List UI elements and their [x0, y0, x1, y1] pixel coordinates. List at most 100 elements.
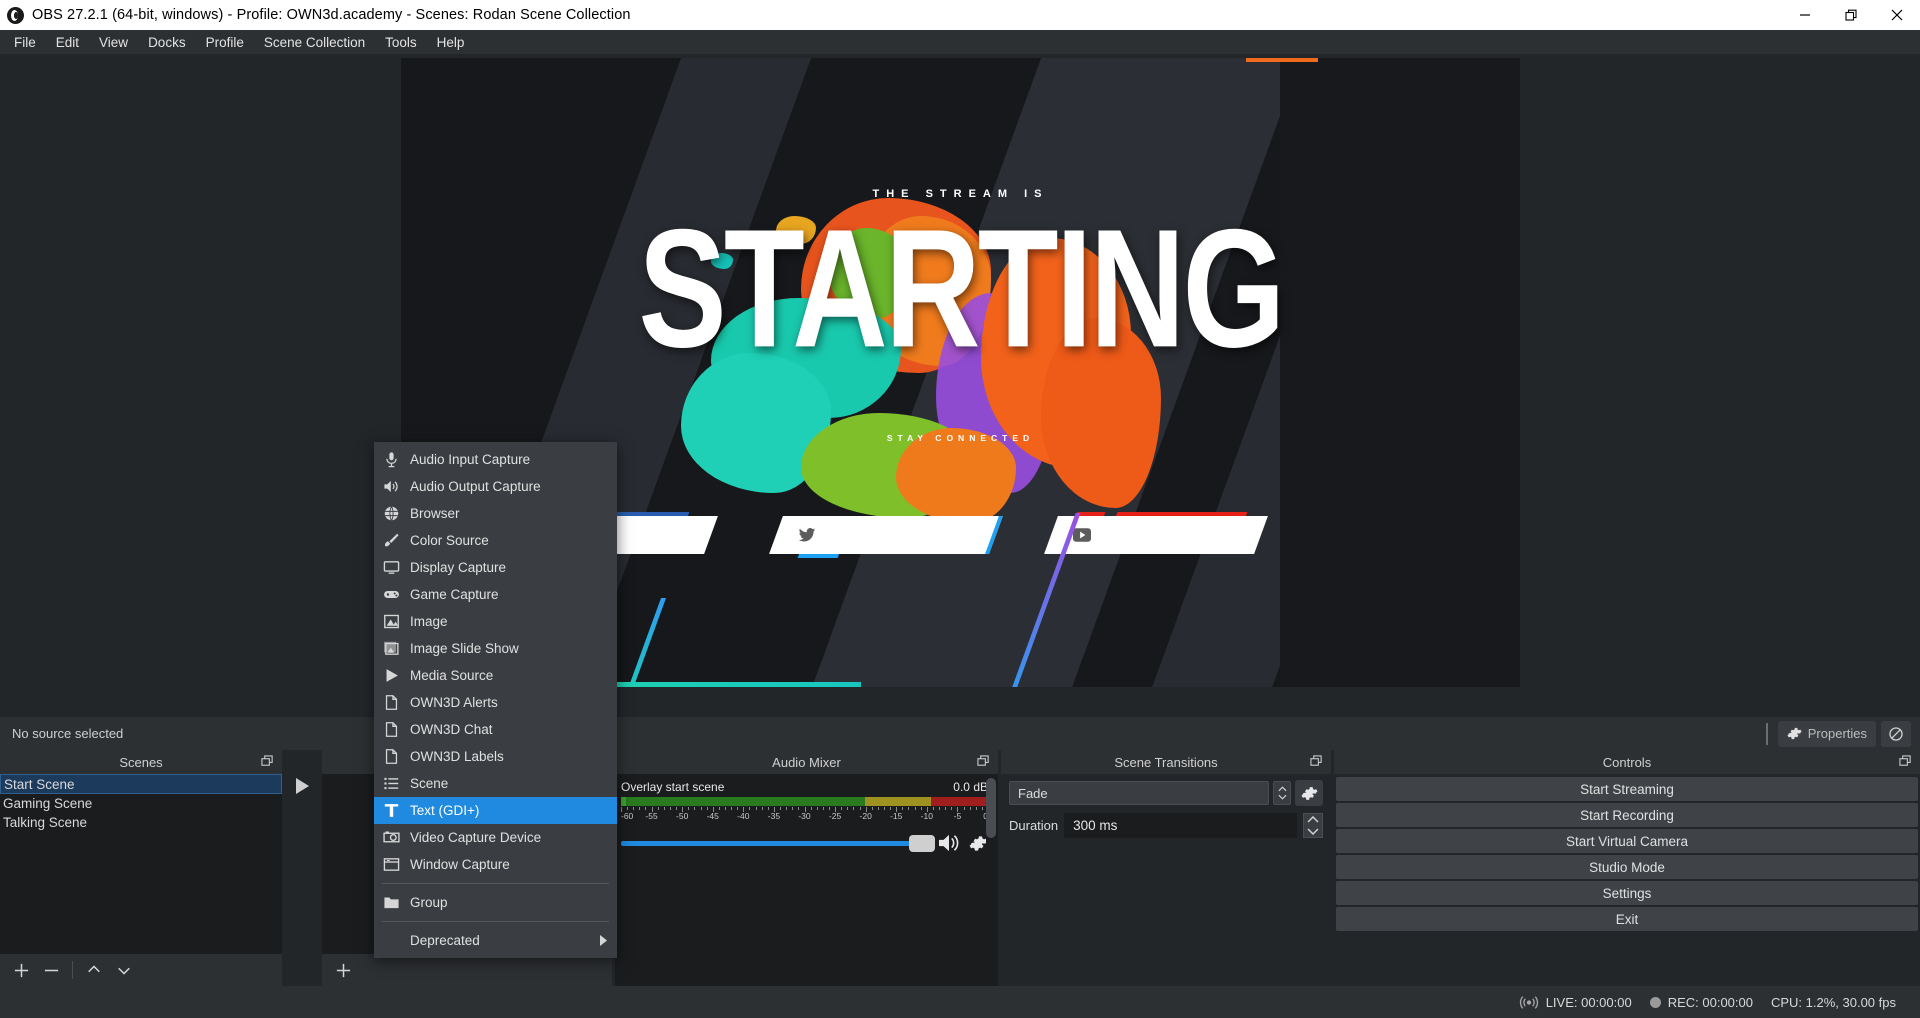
- list-icon: [382, 775, 400, 793]
- float-dock-icon[interactable]: [261, 755, 274, 768]
- volume-slider[interactable]: [621, 841, 929, 846]
- context-menu-item-label: OWN3D Chat: [410, 722, 493, 737]
- duration-decrement[interactable]: [1304, 826, 1322, 838]
- menu-scene-collection[interactable]: Scene Collection: [254, 30, 375, 55]
- duration-spinner[interactable]: [1303, 813, 1323, 838]
- settings-button[interactable]: Settings: [1336, 881, 1918, 905]
- context-menu-item-media-source[interactable]: Media Source: [374, 662, 617, 689]
- transition-select[interactable]: Fade: [1009, 781, 1269, 805]
- meter-scale-label: -40: [737, 811, 749, 821]
- meter-tick: [951, 807, 952, 810]
- meter-tick: [970, 807, 971, 810]
- float-dock-icon[interactable]: [1899, 755, 1912, 768]
- context-menu-item-label: Audio Input Capture: [410, 452, 530, 467]
- float-dock-icon[interactable]: [977, 755, 990, 768]
- context-menu-item-label: Game Capture: [410, 587, 499, 602]
- transition-spinner[interactable]: [1273, 781, 1291, 805]
- rec-status: REC: 00:00:00: [1650, 995, 1753, 1010]
- context-menu-item-color-source[interactable]: Color Source: [374, 527, 617, 554]
- document-icon: [382, 748, 400, 766]
- context-menu-item-deprecated[interactable]: Deprecated: [374, 927, 617, 954]
- meter-tick: [872, 807, 873, 810]
- remove-scene-button[interactable]: [36, 955, 66, 985]
- scene-transitions-dock: Scene Transitions Fade: [1001, 750, 1331, 986]
- close-button[interactable]: [1874, 0, 1920, 30]
- start-virtual-camera-button[interactable]: Start Virtual Camera: [1336, 829, 1918, 853]
- context-menu-item-video-capture-device[interactable]: Video Capture Device: [374, 824, 617, 851]
- properties-button[interactable]: Properties: [1778, 721, 1876, 747]
- duration-increment[interactable]: [1304, 814, 1322, 826]
- add-scene-button[interactable]: [6, 955, 36, 985]
- context-menu-item-own3d-chat[interactable]: OWN3D Chat: [374, 716, 617, 743]
- meter-tick: [768, 807, 769, 810]
- meter-tick: [780, 807, 781, 810]
- scene-list-item-talking[interactable]: Talking Scene: [0, 813, 282, 832]
- scene-list-item-start[interactable]: Start Scene: [0, 774, 282, 794]
- meter-scale: -60-55-50-45-40-35-30-25-20-15-10-50: [621, 807, 988, 821]
- transition-settings-button[interactable]: [1295, 780, 1323, 806]
- exit-button[interactable]: Exit: [1336, 907, 1918, 931]
- context-menu-item-audio-output-capture[interactable]: Audio Output Capture: [374, 473, 617, 500]
- context-menu-item-image[interactable]: Image: [374, 608, 617, 635]
- menu-bar: File Edit View Docks Profile Scene Colle…: [0, 30, 1920, 55]
- scene-list-item-gaming[interactable]: Gaming Scene: [0, 794, 282, 813]
- meter-tick: [798, 807, 799, 810]
- context-menu-item-label: Audio Output Capture: [410, 479, 541, 494]
- menu-docks[interactable]: Docks: [138, 30, 196, 55]
- move-scene-up-button[interactable]: [79, 955, 109, 985]
- volume-slider-handle[interactable]: [909, 835, 935, 852]
- menu-view[interactable]: View: [89, 30, 138, 55]
- twitter-accent: [798, 554, 839, 558]
- menu-profile[interactable]: Profile: [196, 30, 254, 55]
- menu-help[interactable]: Help: [427, 30, 475, 55]
- play-icon: [382, 667, 400, 685]
- meter-tick: [964, 807, 965, 810]
- minimize-button[interactable]: [1782, 0, 1828, 30]
- context-menu-item-own3d-alerts[interactable]: OWN3D Alerts: [374, 689, 617, 716]
- source-toolbar: No source selected Properties: [0, 716, 1920, 750]
- play-icon[interactable]: [296, 778, 309, 794]
- globe-icon: [382, 505, 400, 523]
- scenes-list[interactable]: Start Scene Gaming Scene Talking Scene: [0, 774, 282, 954]
- orange-accent-bar: [1246, 58, 1318, 62]
- mixer-scrollbar-thumb[interactable]: [986, 778, 996, 838]
- start-recording-button[interactable]: Start Recording: [1336, 803, 1918, 827]
- float-dock-icon[interactable]: [1310, 755, 1323, 768]
- context-menu-item-image-slide-show[interactable]: Image Slide Show: [374, 635, 617, 662]
- context-menu-item-window-capture[interactable]: Window Capture: [374, 851, 617, 878]
- context-menu-item-audio-input-capture[interactable]: Audio Input Capture: [374, 446, 617, 473]
- meter-tick: [658, 807, 659, 810]
- restore-button[interactable]: [1828, 0, 1874, 30]
- context-menu-item-label: Color Source: [410, 533, 489, 548]
- studio-mode-button[interactable]: Studio Mode: [1336, 855, 1918, 879]
- context-menu-item-group[interactable]: Group: [374, 889, 617, 916]
- add-source-context-menu[interactable]: Audio Input Capture Audio Output Capture B…: [374, 442, 617, 958]
- mixer-body[interactable]: Overlay start scene 0.0 dB -60-55-50-45-…: [615, 774, 998, 986]
- context-menu-item-browser[interactable]: Browser: [374, 500, 617, 527]
- context-menu-item-text-gdi[interactable]: Text (GDI+): [374, 797, 617, 824]
- meter-tick: [982, 807, 983, 810]
- sources-dock-footer: [322, 954, 612, 986]
- menu-edit[interactable]: Edit: [46, 30, 89, 55]
- context-menu-item-game-capture[interactable]: Game Capture: [374, 581, 617, 608]
- social-bar-twitter: [769, 516, 1003, 554]
- add-source-button[interactable]: [328, 955, 358, 985]
- move-scene-down-button[interactable]: [109, 955, 139, 985]
- context-menu-item-display-capture[interactable]: Display Capture: [374, 554, 617, 581]
- meter-tick: [639, 807, 640, 810]
- controls-dock-header: Controls: [1334, 750, 1920, 774]
- duration-input[interactable]: 300 ms: [1064, 813, 1297, 838]
- meter-tick: [884, 807, 885, 810]
- mixer-scrollbar[interactable]: [986, 778, 996, 982]
- menu-tools[interactable]: Tools: [375, 30, 427, 55]
- filters-button[interactable]: [1881, 721, 1911, 747]
- context-menu-item-scene[interactable]: Scene: [374, 770, 617, 797]
- menu-file[interactable]: File: [4, 30, 46, 55]
- meter-scale-label: -20: [860, 811, 872, 821]
- context-menu-item-label: Browser: [410, 506, 460, 521]
- start-streaming-button[interactable]: Start Streaming: [1336, 777, 1918, 801]
- context-menu-item-own3d-labels[interactable]: OWN3D Labels: [374, 743, 617, 770]
- speaker-on-icon[interactable]: [937, 833, 961, 853]
- preview-area[interactable]: THE STREAM IS STARTING STAY CONNECTED: [0, 55, 1920, 716]
- meter-tick: [731, 807, 732, 810]
